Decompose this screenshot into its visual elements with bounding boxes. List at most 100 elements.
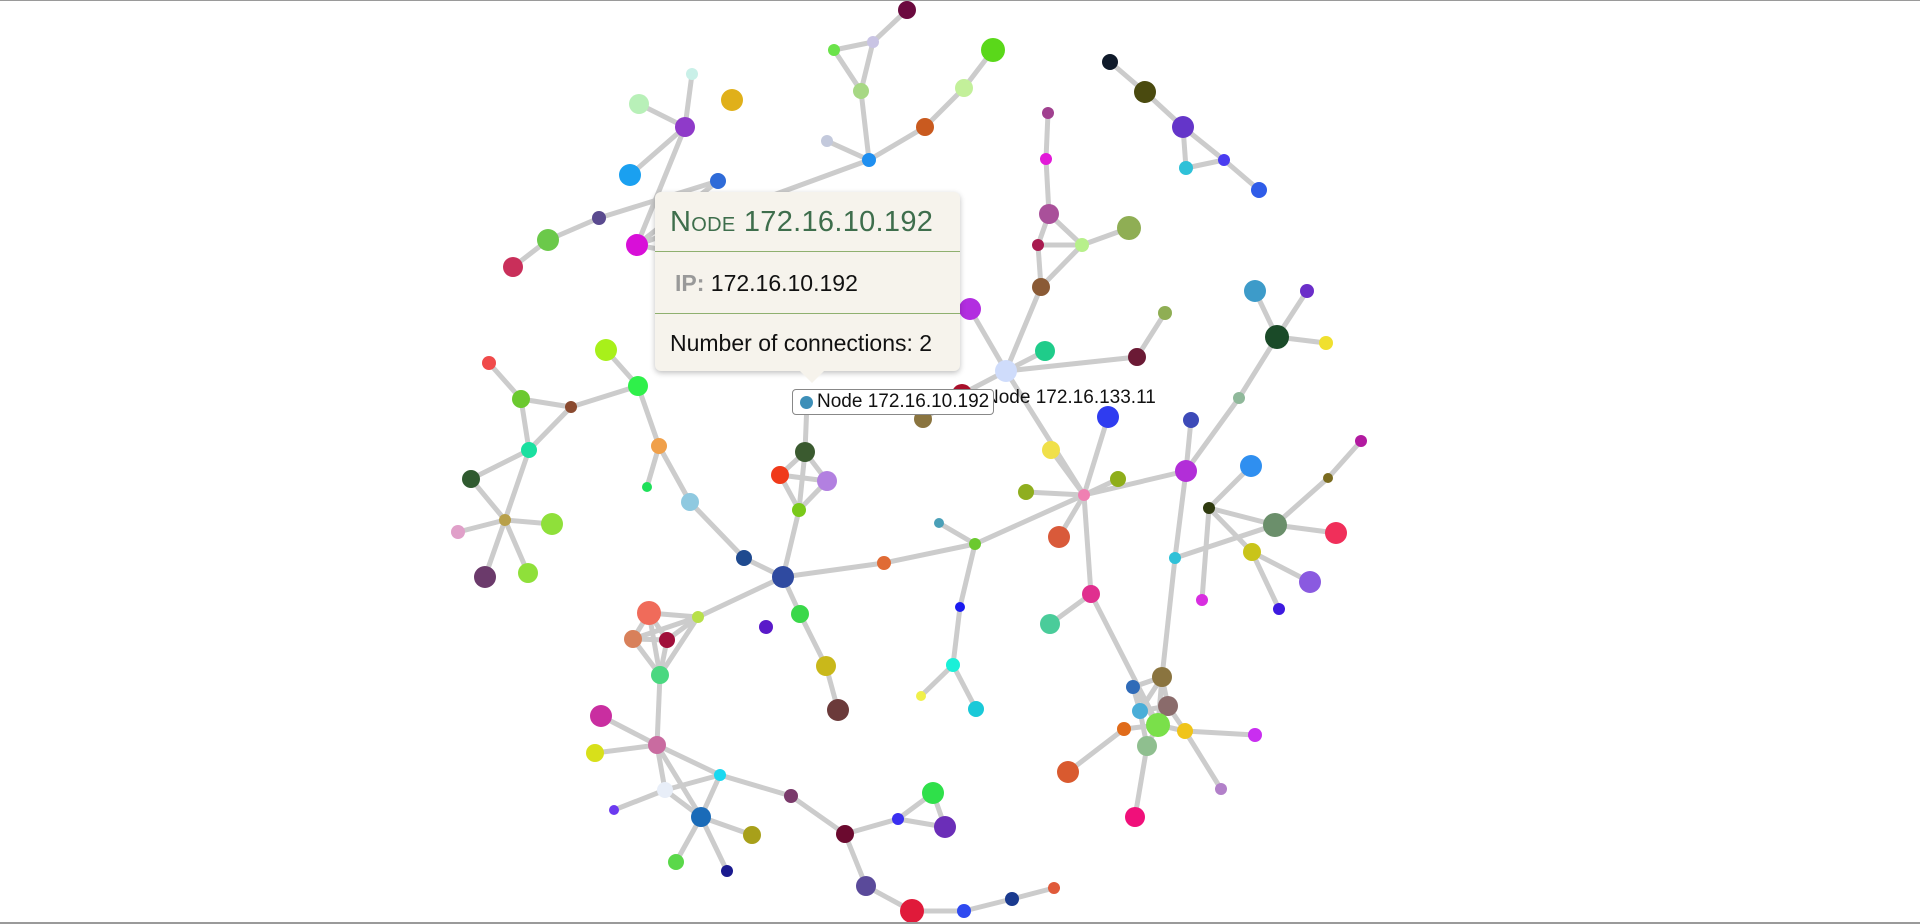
graph-node[interactable] — [1075, 238, 1089, 252]
graph-node[interactable] — [821, 135, 833, 147]
graph-node[interactable] — [1042, 441, 1060, 459]
graph-node[interactable] — [817, 471, 837, 491]
graph-node[interactable] — [1177, 723, 1193, 739]
graph-node[interactable] — [995, 360, 1017, 382]
graph-node[interactable] — [1325, 522, 1347, 544]
graph-node[interactable] — [892, 813, 904, 825]
graph-node[interactable] — [1039, 204, 1059, 224]
graph-node[interactable] — [1048, 882, 1060, 894]
graph-node[interactable] — [1146, 713, 1170, 737]
graph-node[interactable] — [637, 601, 661, 625]
graph-node[interactable] — [922, 782, 944, 804]
graph-node[interactable] — [1300, 284, 1314, 298]
graph-node[interactable] — [1040, 153, 1052, 165]
graph-node[interactable] — [1299, 571, 1321, 593]
graph-node[interactable] — [1132, 703, 1148, 719]
graph-node[interactable] — [1319, 336, 1333, 350]
graph-node[interactable] — [1263, 513, 1287, 537]
graph-node[interactable] — [648, 736, 666, 754]
graph-node[interactable] — [691, 807, 711, 827]
graph-node[interactable] — [675, 117, 695, 137]
graph-node[interactable] — [934, 518, 944, 528]
graph-node[interactable] — [1057, 761, 1079, 783]
graph-node[interactable] — [503, 257, 523, 277]
graph-node[interactable] — [828, 44, 840, 56]
graph-node[interactable] — [619, 164, 641, 186]
graph-node[interactable] — [668, 854, 684, 870]
graph-node[interactable] — [1179, 161, 1193, 175]
graph-node[interactable] — [959, 298, 981, 320]
graph-node[interactable] — [710, 173, 726, 189]
graph-node[interactable] — [736, 550, 752, 566]
graph-node[interactable] — [853, 83, 869, 99]
graph-node[interactable] — [772, 566, 794, 588]
graph-node[interactable] — [1203, 502, 1215, 514]
graph-node[interactable] — [1042, 107, 1054, 119]
graph-node[interactable] — [877, 556, 891, 570]
graph-node[interactable] — [537, 229, 559, 251]
graph-node[interactable] — [1137, 736, 1157, 756]
graph-node[interactable] — [721, 865, 733, 877]
graph-node[interactable] — [518, 563, 538, 583]
graph-node[interactable] — [1218, 154, 1230, 166]
graph-node[interactable] — [934, 816, 956, 838]
graph-node[interactable] — [565, 401, 577, 413]
graph-node[interactable] — [898, 1, 916, 19]
graph-node[interactable] — [1158, 696, 1178, 716]
graph-node[interactable] — [692, 611, 704, 623]
graph-node[interactable] — [856, 876, 876, 896]
graph-node[interactable] — [1152, 667, 1172, 687]
graph-node[interactable] — [1032, 239, 1044, 251]
graph-node[interactable] — [629, 94, 649, 114]
graph-node[interactable] — [451, 525, 465, 539]
graph-node[interactable] — [791, 605, 809, 623]
graph-node[interactable] — [541, 513, 563, 535]
graph-node[interactable] — [759, 620, 773, 634]
graph-node[interactable] — [916, 118, 934, 136]
graph-node[interactable] — [1169, 552, 1181, 564]
graph-node[interactable] — [1035, 341, 1055, 361]
graph-node[interactable] — [1134, 81, 1156, 103]
graph-node[interactable] — [1158, 306, 1172, 320]
graph-node[interactable] — [1183, 412, 1199, 428]
graph-node[interactable] — [1082, 585, 1100, 603]
graph-node[interactable] — [657, 782, 673, 798]
graph-node[interactable] — [969, 538, 981, 550]
graph-node[interactable] — [1196, 594, 1208, 606]
graph-node[interactable] — [1248, 728, 1262, 742]
graph-node[interactable] — [1355, 435, 1367, 447]
graph-node[interactable] — [1128, 348, 1146, 366]
graph-node[interactable] — [900, 899, 924, 923]
graph-node[interactable] — [792, 503, 806, 517]
graph-node[interactable] — [1233, 392, 1245, 404]
graph-node[interactable] — [512, 390, 530, 408]
graph-node[interactable] — [659, 632, 675, 648]
graph-node[interactable] — [957, 904, 971, 918]
graph-node[interactable] — [1125, 807, 1145, 827]
graph-node[interactable] — [595, 339, 617, 361]
graph-node[interactable] — [771, 466, 789, 484]
graph-node[interactable] — [651, 438, 667, 454]
graph-node[interactable] — [1323, 473, 1333, 483]
graph-node[interactable] — [609, 805, 619, 815]
graph-node[interactable] — [686, 68, 698, 80]
graph-node[interactable] — [592, 211, 606, 225]
graph-node[interactable] — [714, 769, 726, 781]
graph-node[interactable] — [624, 630, 642, 648]
graph-node[interactable] — [1172, 116, 1194, 138]
graph-node[interactable] — [955, 602, 965, 612]
graph-node[interactable] — [1117, 216, 1141, 240]
graph-node[interactable] — [836, 825, 854, 843]
graph-node[interactable] — [474, 566, 496, 588]
graph-node[interactable] — [1048, 526, 1070, 548]
graph-node[interactable] — [626, 234, 648, 256]
graph-node[interactable] — [1040, 614, 1060, 634]
graph-node[interactable] — [462, 470, 480, 488]
graph-node[interactable] — [586, 744, 604, 762]
graph-node[interactable] — [743, 826, 761, 844]
graph-node[interactable] — [1102, 54, 1118, 70]
graph-node[interactable] — [1097, 406, 1119, 428]
graph-node[interactable] — [1265, 325, 1289, 349]
graph-node[interactable] — [827, 699, 849, 721]
graph-node[interactable] — [946, 658, 960, 672]
